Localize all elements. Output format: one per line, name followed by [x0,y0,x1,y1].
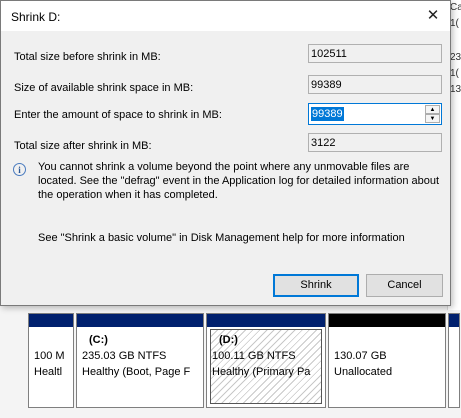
partition-bar [29,314,73,327]
partition-c[interactable]: (C:) 235.03 GB NTFS Healthy (Boot, Page … [76,313,204,408]
dialog-title: Shrink D: [11,10,61,24]
total-after-label: Total size after shrink in MB: [14,140,152,152]
dialog-titlebar[interactable]: Shrink D: ✕ [1,1,450,31]
partition-status: Healtl [34,366,63,378]
partition-next[interactable] [448,313,460,408]
partition-unallocated[interactable]: 130.07 GB Unallocated [328,313,446,408]
partition-bar [77,314,203,327]
partition-name: (C:) [89,334,108,346]
help-message: See "Shrink a basic volume" in Disk Mana… [38,232,405,244]
info-message: You cannot shrink a volume beyond the po… [38,161,440,201]
partition-bar [449,314,459,327]
spin-up-icon[interactable]: ▲ [425,105,440,114]
partition-system[interactable]: 100 M Healtl [28,313,74,408]
column-fragment: Ca [450,2,461,13]
partition-status: Healthy (Boot, Page F [82,366,191,378]
shrink-amount-stepper[interactable]: 99389 ▲ ▼ [308,103,442,125]
info-icon: i [13,163,26,176]
shrink-button[interactable]: Shrink [273,274,359,297]
shrink-amount-label: Enter the amount of space to shrink in M… [14,109,222,121]
spin-down-icon[interactable]: ▼ [425,114,440,123]
partition-bar [329,314,445,327]
available-shrink-label: Size of available shrink space in MB: [14,82,194,94]
partition-status: Healthy (Primary Pa [212,366,311,378]
total-after-field: 3122 [308,133,442,152]
shrink-dialog: Shrink D: ✕ Total size before shrink in … [0,0,451,306]
total-size-label: Total size before shrink in MB: [14,51,161,63]
partition-status: Unallocated [334,366,393,378]
column-fragment: 23 [450,52,461,63]
partition-size: 100 M [34,350,65,362]
partition-size: 235.03 GB NTFS [82,350,167,362]
partition-size: 130.07 GB [334,350,387,362]
close-icon[interactable]: ✕ [422,5,444,27]
cancel-button[interactable]: Cancel [366,274,443,297]
column-fragment: 1( [450,18,459,29]
disk-partition-strip: 100 M Healtl (C:) 235.03 GB NTFS Healthy… [28,313,460,408]
available-shrink-field: 99389 [308,75,442,94]
partition-bar [207,314,325,327]
column-fragment: 1( [450,68,459,79]
partition-size: 100.11 GB NTFS [212,350,296,362]
total-size-field: 102511 [308,44,442,63]
partition-d[interactable]: (D:) 100.11 GB NTFS Healthy (Primary Pa [206,313,326,408]
shrink-amount-input[interactable]: 99389 [311,107,344,121]
partition-name: (D:) [219,334,238,346]
column-fragment: 13 [450,84,461,95]
